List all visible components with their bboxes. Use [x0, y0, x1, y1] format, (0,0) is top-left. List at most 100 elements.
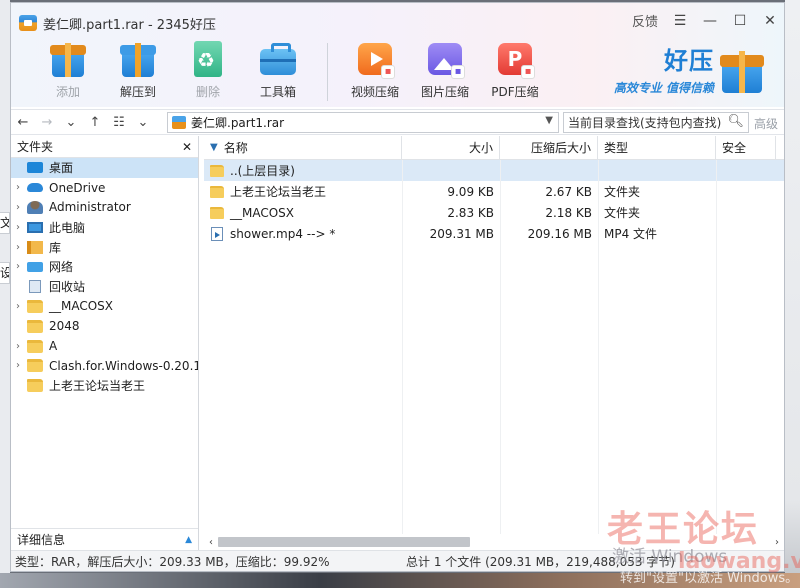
video-compress-button[interactable]: ▪ 视频压缩: [340, 39, 410, 101]
user-icon: [27, 200, 43, 214]
folder-panel: 文件夹 ✕ 桌面 › OneDrive › Administrator › 此电脑 ›…: [11, 136, 199, 550]
desktop-background-right: [785, 0, 800, 588]
file-row[interactable]: __MACOSX 2.83 KB 2.18 KB 文件夹: [204, 202, 784, 223]
tree-item-administrator[interactable]: › Administrator: [11, 198, 198, 218]
column-type[interactable]: 类型: [598, 136, 716, 159]
folder-icon: [210, 164, 224, 177]
toolbar-separator: [327, 43, 328, 101]
tree-item-desktop[interactable]: 桌面: [11, 158, 198, 178]
close-icon[interactable]: ✕: [762, 13, 778, 29]
folder-icon: [27, 339, 43, 353]
tree-item-a[interactable]: › A: [11, 336, 198, 356]
computer-icon: [27, 221, 43, 233]
toolbox-button[interactable]: 工具箱: [243, 39, 313, 101]
details-label: 详细信息: [17, 533, 66, 547]
minimize-icon[interactable]: —: [702, 13, 718, 29]
expand-icon[interactable]: ›: [11, 261, 25, 272]
tree-item-clash[interactable]: › Clash.for.Windows-0.20.16: [11, 356, 198, 376]
details-toggle[interactable]: 详细信息 ▲: [11, 528, 198, 550]
desktop-fragment: 设: [0, 262, 10, 284]
collapse-icon[interactable]: ▲: [185, 535, 192, 545]
cloud-icon: [27, 183, 43, 193]
network-icon: [27, 261, 43, 272]
search-input[interactable]: 当前目录查找(支持包内查找) 🔍︎: [563, 112, 749, 133]
toolbox-button-label: 工具箱: [259, 85, 296, 99]
file-list-header: ▼ 名称 大小 压缩后大小 类型 安全: [204, 136, 784, 160]
image-compress-button[interactable]: ▪ 图片压缩: [410, 39, 480, 101]
folder-icon: [210, 185, 224, 198]
close-panel-icon[interactable]: ✕: [182, 140, 192, 154]
delete-button-label: 删除: [195, 85, 220, 99]
menu-icon[interactable]: ☰: [672, 13, 688, 29]
tree-item-macosx[interactable]: › __MACOSX: [11, 297, 198, 317]
folder-icon: [27, 379, 43, 393]
view-mode-dropdown-icon[interactable]: ⌄: [131, 115, 155, 130]
delete-button[interactable]: 删除: [173, 39, 243, 101]
address-dropdown-icon[interactable]: ▼: [545, 115, 553, 126]
tree-item-library[interactable]: › 库: [11, 237, 198, 257]
add-button[interactable]: 添加: [33, 39, 103, 101]
recycle-icon: [188, 39, 228, 79]
add-button-label: 添加: [55, 85, 80, 99]
desktop-fragment: 文: [0, 212, 10, 234]
extract-to-button-label: 解压到: [119, 85, 156, 99]
maximize-icon[interactable]: ☐: [732, 13, 748, 29]
expand-icon[interactable]: ›: [11, 360, 25, 371]
expand-icon[interactable]: ›: [11, 222, 25, 233]
search-icon[interactable]: 🔍︎: [727, 114, 744, 129]
address-bar[interactable]: 姜仁卿.part1.rar ▼: [167, 112, 559, 133]
extract-archive-icon: [118, 39, 158, 79]
window-title: 姜仁卿.part1.rar - 2345好压: [43, 17, 216, 33]
feedback-link[interactable]: 反馈: [632, 11, 658, 30]
extract-to-button[interactable]: 解压到: [103, 39, 173, 101]
brand-name: 好压: [664, 47, 714, 75]
folder-panel-title: 文件夹: [17, 140, 54, 154]
scroll-right-icon[interactable]: ›: [770, 537, 784, 548]
archive-icon: [172, 116, 186, 129]
video-compress-icon: ▪: [355, 39, 395, 79]
expand-icon[interactable]: ›: [11, 341, 25, 352]
tree-item-recycle-bin[interactable]: 回收站: [11, 277, 198, 297]
folder-icon: [210, 206, 224, 219]
brand-slogan: 高效专业 值得信赖: [613, 81, 714, 95]
up-level-icon[interactable]: ↑: [83, 115, 107, 130]
video-compress-button-label: 视频压缩: [350, 85, 399, 99]
file-list: ▼ 名称 大小 压缩后大小 类型 安全 ..(上层目录) 上老王论坛当老王 9.0…: [204, 136, 784, 534]
column-name[interactable]: ▼ 名称: [204, 136, 402, 159]
column-size[interactable]: 大小: [402, 136, 500, 159]
advanced-search-button[interactable]: 高级: [754, 115, 778, 132]
navigation-bar: ← → ⌄ ↑ ☷ ⌄ 姜仁卿.part1.rar ▼ 当前目录查找(支持包内查…: [11, 109, 784, 135]
tree-item-laowang[interactable]: 上老王论坛当老王: [11, 376, 198, 396]
brand-area: 好压 高效专业 值得信赖: [614, 47, 766, 96]
desktop-icon: [27, 162, 43, 174]
history-dropdown-icon[interactable]: ⌄: [59, 115, 83, 130]
tree-item-this-pc[interactable]: › 此电脑: [11, 217, 198, 237]
pdf-compress-button[interactable]: P ▪ PDF压缩: [480, 39, 550, 101]
pdf-compress-icon: P ▪: [495, 39, 535, 79]
file-row-parent[interactable]: ..(上层目录): [204, 160, 784, 181]
tree-item-onedrive[interactable]: › OneDrive: [11, 178, 198, 198]
tree-item-network[interactable]: › 网络: [11, 257, 198, 277]
folder-icon: [27, 359, 43, 373]
forward-icon[interactable]: →: [35, 115, 59, 130]
library-icon: [27, 240, 43, 254]
scroll-left-icon[interactable]: ‹: [204, 537, 218, 548]
image-compress-icon: ▪: [425, 39, 465, 79]
column-compressed-size[interactable]: 压缩后大小: [500, 136, 598, 159]
folder-icon: [27, 319, 43, 333]
image-compress-button-label: 图片压缩: [420, 85, 469, 99]
column-security[interactable]: 安全: [716, 136, 776, 159]
title-toolbar-area: 姜仁卿.part1.rar - 2345好压 反馈 ☰ — ☐ ✕ 添加 解压到: [11, 3, 784, 107]
file-row[interactable]: shower.mp4 --> * 209.31 MB 209.16 MB MP4…: [204, 223, 784, 244]
expand-icon[interactable]: ›: [11, 182, 25, 193]
file-row[interactable]: 上老王论坛当老王 9.09 KB 2.67 KB 文件夹: [204, 181, 784, 202]
expand-icon[interactable]: ›: [11, 202, 25, 213]
expand-icon[interactable]: ›: [11, 242, 25, 253]
scroll-thumb[interactable]: [218, 537, 470, 547]
tree-item-2048[interactable]: 2048: [11, 316, 198, 336]
pdf-compress-button-label: PDF压缩: [491, 85, 539, 99]
back-icon[interactable]: ←: [11, 115, 35, 130]
sort-icon: ▼: [210, 142, 218, 153]
expand-icon[interactable]: ›: [11, 301, 25, 312]
view-mode-icon[interactable]: ☷: [107, 115, 131, 130]
